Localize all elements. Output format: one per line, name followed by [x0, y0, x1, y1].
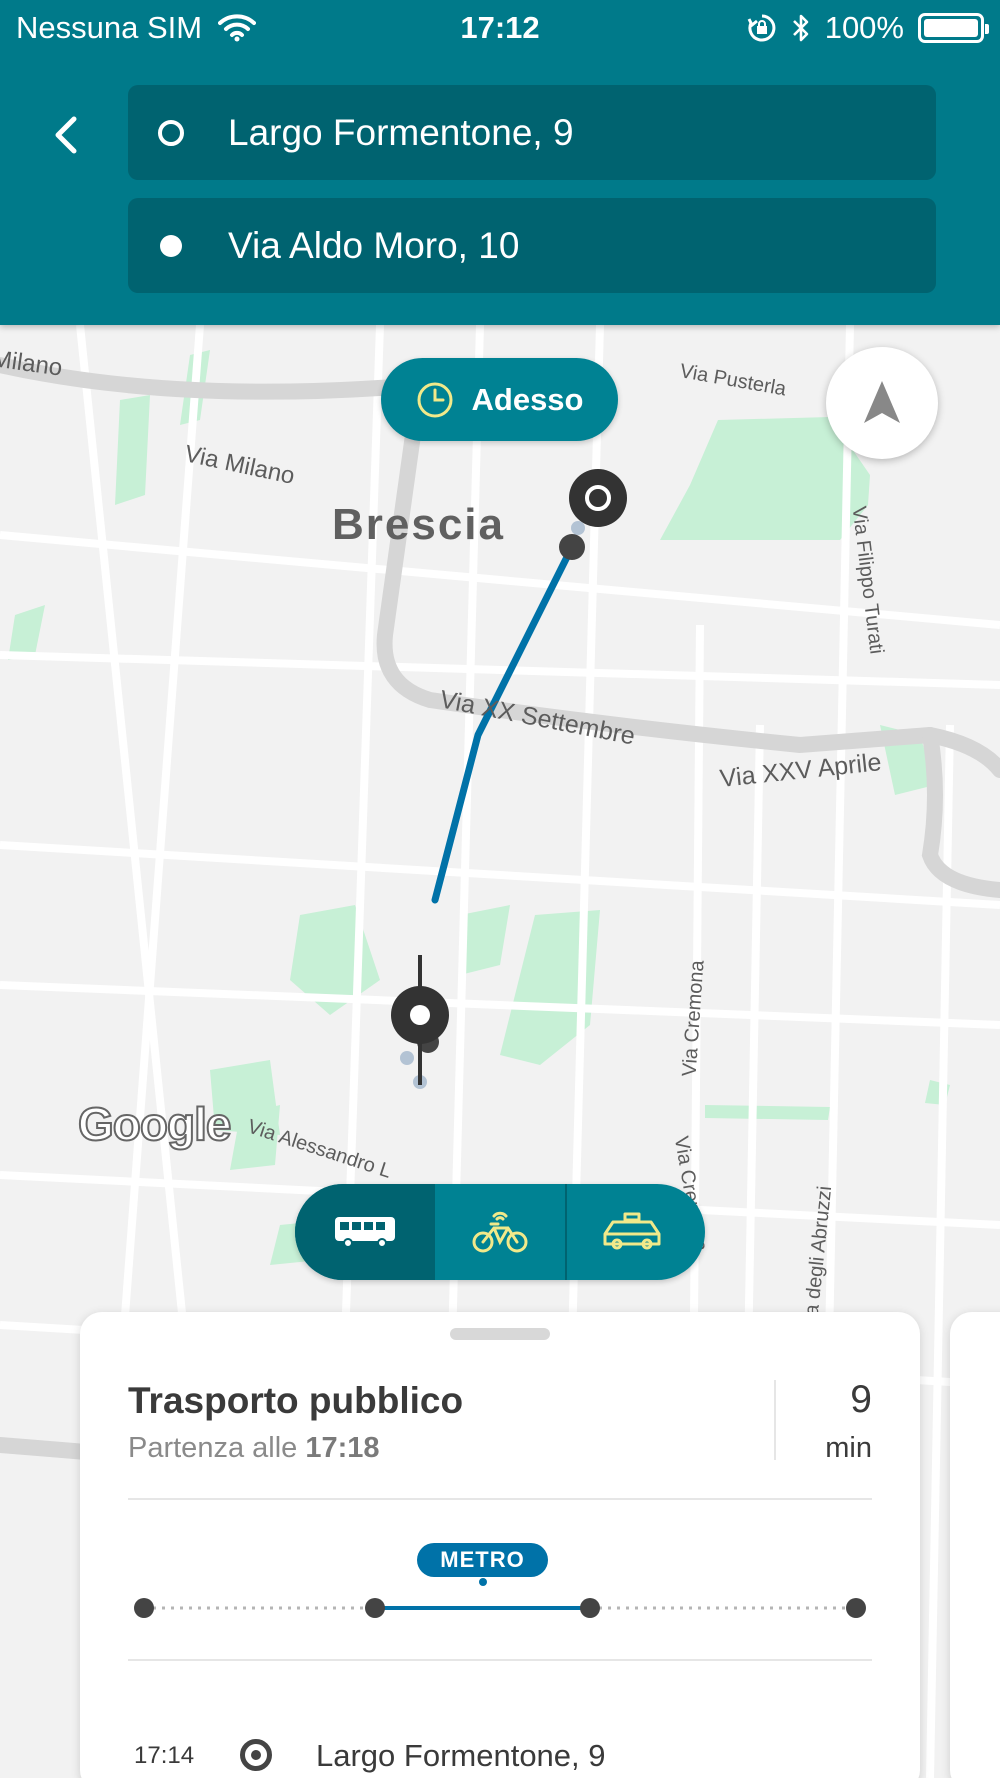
drag-handle[interactable]: [450, 1328, 550, 1340]
public-transport-option-card[interactable]: Trasporto pubblico Partenza alle 17:18 9…: [80, 1312, 920, 1778]
metro-stop-dot: [559, 534, 585, 560]
clock-icon: [417, 382, 452, 417]
origin-step-icon: [240, 1739, 272, 1771]
chevron-left-icon: [55, 116, 77, 154]
bike-sharing-icon: [472, 1211, 528, 1253]
leg-badge: METRO: [417, 1543, 548, 1577]
departure-info: Partenza alle 17:18: [128, 1432, 380, 1464]
origin-field[interactable]: Largo Formentone, 9: [128, 85, 936, 180]
option-title: Trasporto pubblico: [128, 1380, 464, 1421]
battery-percent: 100%: [824, 10, 904, 45]
origin-pin-icon: [569, 469, 627, 527]
transport-mode-selector: [295, 1184, 705, 1280]
taxi-icon: [603, 1212, 661, 1250]
departure-time-label: Adesso: [471, 381, 584, 417]
leg-timeline: [134, 1578, 866, 1618]
departure-time: 17:18: [305, 1432, 380, 1464]
destination-pin-icon: [391, 955, 449, 1085]
origin-dot-icon: [158, 119, 184, 146]
bus-icon: [335, 1217, 395, 1248]
rotation-lock-icon: [747, 14, 776, 42]
google-logo: Google: [77, 1097, 232, 1151]
destination-text: Via Aldo Moro, 10: [228, 224, 520, 266]
back-button[interactable]: [40, 105, 90, 165]
destination-field[interactable]: Via Aldo Moro, 10: [128, 198, 936, 293]
locate-me-button[interactable]: [826, 347, 938, 459]
mode-taxi-button[interactable]: [567, 1184, 697, 1280]
duration-value: 9: [850, 1378, 872, 1421]
origin-text: Largo Formentone, 9: [228, 111, 574, 153]
next-option-card[interactable]: [950, 1312, 1000, 1778]
navigation-arrow-icon: [864, 381, 900, 423]
status-bar: Nessuna SIM 17:12 100%: [0, 0, 1000, 56]
step-name: Largo Formentone, 9: [316, 1738, 606, 1773]
battery-icon: [918, 13, 989, 43]
city-label: Brescia: [332, 500, 506, 549]
bluetooth-icon: [792, 14, 809, 42]
mode-bike-button[interactable]: [435, 1184, 565, 1280]
duration-unit: min: [825, 1432, 872, 1464]
route-header: Nessuna SIM 17:12 100% Largo Formentone,…: [0, 0, 1000, 325]
departure-time-button[interactable]: Adesso: [381, 358, 618, 441]
destination-dot-icon: [160, 234, 182, 257]
mode-bus-button[interactable]: [295, 1184, 435, 1280]
step-time: 17:14: [134, 1742, 195, 1769]
